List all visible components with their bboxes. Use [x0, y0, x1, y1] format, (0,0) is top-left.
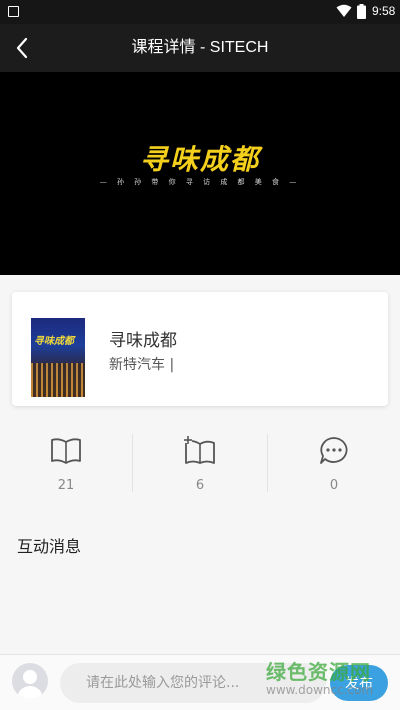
add-bookmark-icon: [184, 436, 215, 464]
video-title: 寻味成都: [139, 143, 260, 176]
comment-bar: 发布: [0, 654, 400, 710]
course-title: 寻味成都: [109, 331, 177, 351]
divider: [132, 434, 133, 492]
publish-button[interactable]: 发布: [330, 665, 388, 701]
wifi-icon: [336, 4, 352, 17]
status-bar: 9:58: [0, 0, 400, 24]
notification-icon: [8, 6, 19, 17]
comment-icon: [320, 437, 348, 464]
avatar-body: [17, 686, 43, 699]
avatar-head: [23, 670, 37, 684]
thumbnail-title: 寻味成都: [34, 336, 74, 347]
city-lights-image: [31, 363, 85, 397]
collect-count: 6: [195, 478, 205, 493]
course-thumbnail: 寻味成都: [31, 318, 85, 397]
title-bar: 课程详情 - SITECH: [0, 24, 400, 72]
comment-count: 0: [329, 478, 339, 493]
avatar[interactable]: [12, 663, 48, 699]
clock: 9:58: [372, 4, 396, 18]
battery-icon: [357, 4, 366, 19]
stats-row: 21 6 0: [0, 430, 400, 500]
comment-input[interactable]: [60, 663, 326, 703]
stat-comment[interactable]: 0: [268, 430, 400, 500]
section-title: 互动消息: [17, 537, 82, 556]
book-icon: [51, 438, 81, 464]
video-subtitle: — 孙 孙 带 你 寻 访 成 都 美 食 —: [99, 178, 301, 186]
video-player[interactable]: 寻味成都 — 孙 孙 带 你 寻 访 成 都 美 食 —: [0, 72, 400, 275]
stat-collect[interactable]: 6: [134, 430, 266, 500]
read-count: 21: [57, 478, 75, 493]
course-organization: 新特汽车 |: [109, 357, 175, 373]
course-card[interactable]: 寻味成都 寻味成都 新特汽车 |: [12, 292, 388, 406]
page-title: 课程详情 - SITECH: [131, 39, 269, 56]
stat-read[interactable]: 21: [0, 430, 132, 500]
